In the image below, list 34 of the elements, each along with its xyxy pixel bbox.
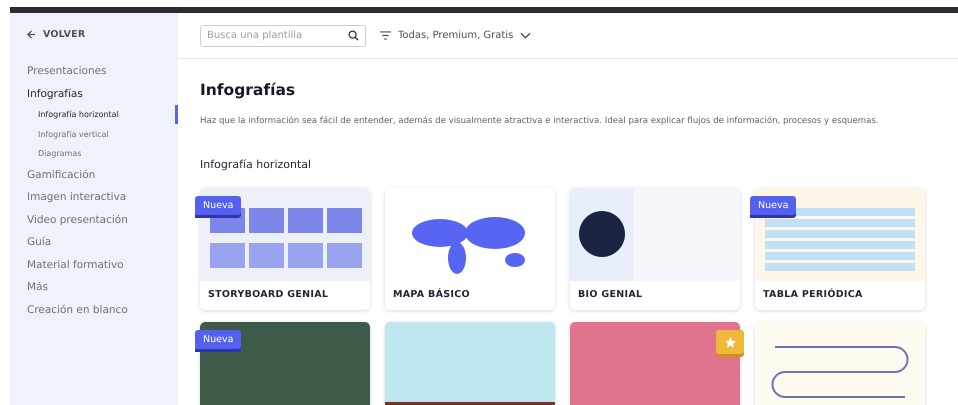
sidebar-item[interactable]: Más bbox=[27, 276, 178, 298]
sidebar-subitem[interactable]: Infografía vertical bbox=[38, 124, 109, 144]
search-field[interactable]: Busca una plantilla bbox=[200, 24, 366, 46]
sidebar-item[interactable]: Video presentación bbox=[27, 208, 178, 231]
sidebar-item[interactable]: Infografías bbox=[27, 82, 178, 105]
sidebar-item[interactable]: Gamificación bbox=[27, 164, 178, 186]
star-icon bbox=[724, 336, 736, 348]
active-indicator bbox=[175, 105, 178, 124]
avatar-placeholder bbox=[579, 211, 625, 257]
card-title: TABLA PERIÓDICA bbox=[762, 287, 864, 300]
search-icon bbox=[348, 30, 359, 41]
chevron-down-icon bbox=[520, 32, 532, 39]
back-link[interactable]: VOLVER bbox=[27, 29, 178, 40]
filter-dropdown[interactable]: Todas, Premium, Gratis bbox=[380, 30, 532, 41]
sidebar-item[interactable]: Guía bbox=[27, 231, 178, 254]
sidebar-subitem[interactable]: Infografía horizontal bbox=[38, 105, 119, 124]
new-badge: Nueva bbox=[750, 196, 796, 215]
sidebar-item[interactable]: Presentaciones bbox=[27, 60, 178, 82]
filter-icon bbox=[380, 31, 391, 40]
new-badge: Nueva bbox=[195, 330, 242, 349]
card-title: STORYBOARD GENIAL bbox=[207, 288, 330, 300]
sidebar-item[interactable]: Imagen interactiva bbox=[27, 186, 178, 208]
page-title: Infografías bbox=[200, 81, 296, 99]
back-arrow-icon bbox=[27, 30, 36, 39]
sidebar-item[interactable]: Creación en blanco bbox=[27, 298, 178, 321]
sidebar-item[interactable]: Material formativo bbox=[27, 254, 178, 276]
new-badge: Nueva bbox=[195, 196, 242, 215]
page-description: Haz que la información sea fácil de entender, además de visualmente atractiva e interactiva. Ideal para explicar flujos de información, procesos y esquemas. bbox=[200, 116, 880, 126]
card-title: BIO GENIAL bbox=[577, 288, 644, 300]
template-card[interactable]: BIO GENIAL bbox=[570, 188, 740, 310]
card-title: MAPA BÁSICO bbox=[392, 287, 471, 300]
section-title: Infografía horizontal bbox=[200, 158, 312, 171]
sidebar-subitem[interactable]: Diagramas bbox=[38, 144, 82, 164]
template-card[interactable]: MAPA BÁSICO bbox=[385, 188, 555, 310]
